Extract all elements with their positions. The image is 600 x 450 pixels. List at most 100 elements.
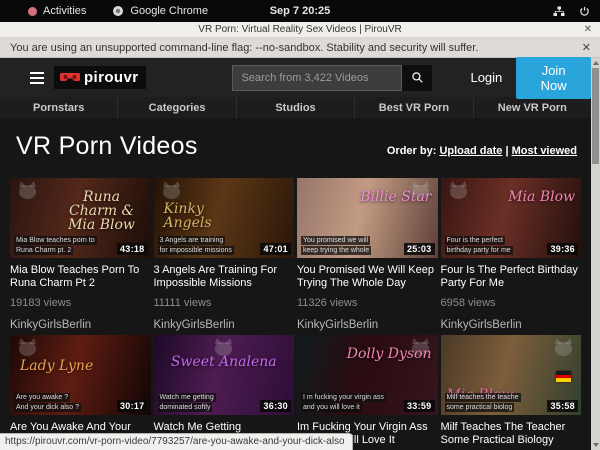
warning-close-icon[interactable]: ✕: [582, 41, 591, 54]
scrollbar-up-arrow[interactable]: [591, 58, 600, 68]
caption-line: birthday party for me: [445, 246, 513, 255]
search-input[interactable]: [232, 65, 402, 91]
screen: Activities Google Chrome Sep 7 20:25 VR …: [0, 0, 600, 450]
view-count: 19183 views: [10, 297, 151, 309]
warning-infobar: You are using an unsupported command-lin…: [0, 38, 600, 58]
studio-link[interactable]: KinkyGirlsBerlin: [10, 319, 151, 331]
video-title[interactable]: Milf Teaches The Teacher Some Practical …: [441, 421, 582, 447]
duration-badge: 33:59: [404, 400, 435, 412]
nav-new-vr-porn[interactable]: New VR Porn: [473, 97, 591, 118]
logo-text: pirouvr: [84, 69, 138, 86]
main-nav: Pornstars Categories Studios Best VR Por…: [0, 97, 591, 118]
caption-line: Mia Blow teaches porn to: [14, 236, 97, 245]
thumbnail-overlay-name: Kinky Angels: [164, 202, 250, 230]
video-title[interactable]: 3 Angels Are Training For Impossible Mis…: [154, 264, 295, 290]
caption-line: for impossible missions: [158, 246, 234, 255]
view-count: 6958 views: [441, 297, 582, 309]
caption-line: Runa Charm pt. 2: [14, 246, 73, 255]
thumbnail-overlay-name: Billie Star: [360, 190, 431, 204]
caption-line: And your dick also ?: [14, 403, 81, 412]
scrollbar-down-arrow[interactable]: [591, 440, 600, 450]
video-card[interactable]: Runa Charm & Mia Blow Mia Blow teaches p…: [10, 178, 151, 331]
video-thumbnail[interactable]: Sweet Analena Watch me gettingdominated …: [154, 335, 295, 415]
caption-line: keep trying the whole: [301, 246, 371, 255]
order-upload-date-link[interactable]: Upload date: [439, 145, 502, 157]
video-title[interactable]: Four Is The Perfect Birthday Party For M…: [441, 264, 582, 290]
caption-line: 3 Angels are training: [158, 236, 226, 245]
video-title[interactable]: Mia Blow Teaches Porn To Runa Charm Pt 2: [10, 264, 151, 290]
studio-cat-logo-icon: [19, 342, 36, 356]
hamburger-menu-icon[interactable]: [30, 72, 44, 84]
scrollbar-thumb[interactable]: [592, 68, 599, 164]
order-most-viewed-link[interactable]: Most viewed: [512, 145, 577, 157]
duration-badge: 36:30: [260, 400, 291, 412]
video-thumbnail[interactable]: Lady Lyne Are you awake ?And your dick a…: [10, 335, 151, 415]
caption-line: I m fucking your virgin ass: [301, 393, 386, 402]
caption-line: and you will love it: [301, 403, 362, 412]
caption-line: Are you awake ?: [14, 393, 70, 402]
duration-badge: 39:36: [547, 243, 578, 255]
nav-studios[interactable]: Studios: [236, 97, 354, 118]
thumbnail-caption: Milf teaches the teachesome practical bi…: [445, 393, 546, 412]
video-thumbnail[interactable]: Kinky Angels 3 Angels are trainingfor im…: [154, 178, 295, 258]
video-grid: Runa Charm & Mia Blow Mia Blow teaches p…: [10, 178, 581, 450]
thumbnail-caption: You promised we willkeep trying the whol…: [301, 236, 402, 255]
video-thumbnail[interactable]: Runa Charm & Mia Blow Mia Blow teaches p…: [10, 178, 151, 258]
thumbnail-caption: 3 Angels are trainingfor impossible miss…: [158, 236, 259, 255]
video-card[interactable]: Billie Star You promised we willkeep try…: [297, 178, 438, 331]
thumbnail-caption: I m fucking your virgin assand you will …: [301, 393, 402, 412]
video-card[interactable]: Kinky Angels 3 Angels are trainingfor im…: [154, 178, 295, 331]
studio-cat-logo-icon: [163, 185, 180, 199]
video-title[interactable]: You Promised We Will Keep Trying The Who…: [297, 264, 438, 290]
video-thumbnail[interactable]: Dolly Dyson I m fucking your virgin assa…: [297, 335, 438, 415]
duration-badge: 47:01: [260, 243, 291, 255]
login-link[interactable]: Login: [470, 70, 502, 85]
video-card[interactable]: Mia Blow Four is the perfectbirthday par…: [441, 178, 582, 331]
thumbnail-caption: Are you awake ?And your dick also ?: [14, 393, 115, 412]
duration-badge: 30:17: [117, 400, 148, 412]
studio-link[interactable]: KinkyGirlsBerlin: [297, 319, 438, 331]
studio-link[interactable]: KinkyGirlsBerlin: [441, 319, 582, 331]
caption-line: Four is the perfect: [445, 236, 505, 245]
duration-badge: 25:03: [404, 243, 435, 255]
tab-close-icon[interactable]: ✕: [584, 24, 592, 35]
browser-tab-bar: VR Porn: Virtual Reality Sex Videos | Pi…: [0, 22, 600, 38]
caption-line: some practical biolog: [445, 403, 515, 412]
power-icon[interactable]: [579, 6, 590, 17]
studio-link[interactable]: KinkyGirlsBerlin: [154, 319, 295, 331]
nav-pornstars[interactable]: Pornstars: [0, 97, 117, 118]
thumbnail-overlay-name: Mia Blow: [508, 190, 575, 204]
clock[interactable]: Sep 7 20:25: [0, 5, 600, 17]
join-now-button[interactable]: Join Now: [516, 57, 591, 99]
video-thumbnail[interactable]: Mia Blow Milf teaches the teachesome pra…: [441, 335, 582, 415]
search-button[interactable]: [402, 65, 432, 91]
scrollbar[interactable]: [591, 58, 600, 450]
video-thumbnail[interactable]: Mia Blow Four is the perfectbirthday par…: [441, 178, 582, 258]
german-flag-icon: [556, 371, 571, 382]
caption-line: Milf teaches the teache: [445, 393, 521, 402]
order-separator: |: [505, 145, 508, 157]
nav-categories[interactable]: Categories: [117, 97, 235, 118]
video-thumbnail[interactable]: Billie Star You promised we willkeep try…: [297, 178, 438, 258]
thumbnail-overlay-name: Sweet Analena: [169, 355, 279, 369]
caption-line: Watch me getting: [158, 393, 216, 402]
page-title: VR Porn Videos: [16, 132, 198, 161]
site-logo[interactable]: pirouvr: [54, 66, 146, 89]
site-content: pirouvr Login Join Now Pornstars Categor…: [0, 58, 591, 450]
status-url-bubble: https://pirouvr.com/vr-porn-video/779325…: [0, 433, 353, 450]
search-bar: [232, 65, 432, 91]
studio-cat-logo-icon: [19, 185, 36, 199]
caption-line: dominated softly: [158, 403, 213, 412]
view-count: 11326 views: [297, 297, 438, 309]
title-row: VR Porn Videos Order by: Upload date | M…: [16, 132, 577, 162]
vr-goggles-icon: [60, 72, 80, 84]
main-content: VR Porn Videos Order by: Upload date | M…: [0, 132, 591, 450]
nav-best-vr-porn[interactable]: Best VR Porn: [354, 97, 472, 118]
network-icon[interactable]: [553, 6, 565, 17]
thumbnail-overlay-name: Runa Charm & Mia Blow: [59, 190, 145, 232]
studio-cat-logo-icon: [450, 185, 467, 199]
video-card[interactable]: Mia Blow Milf teaches the teachesome pra…: [441, 335, 582, 450]
duration-badge: 43:18: [117, 243, 148, 255]
search-icon: [411, 71, 424, 84]
caption-line: You promised we will: [301, 236, 370, 245]
